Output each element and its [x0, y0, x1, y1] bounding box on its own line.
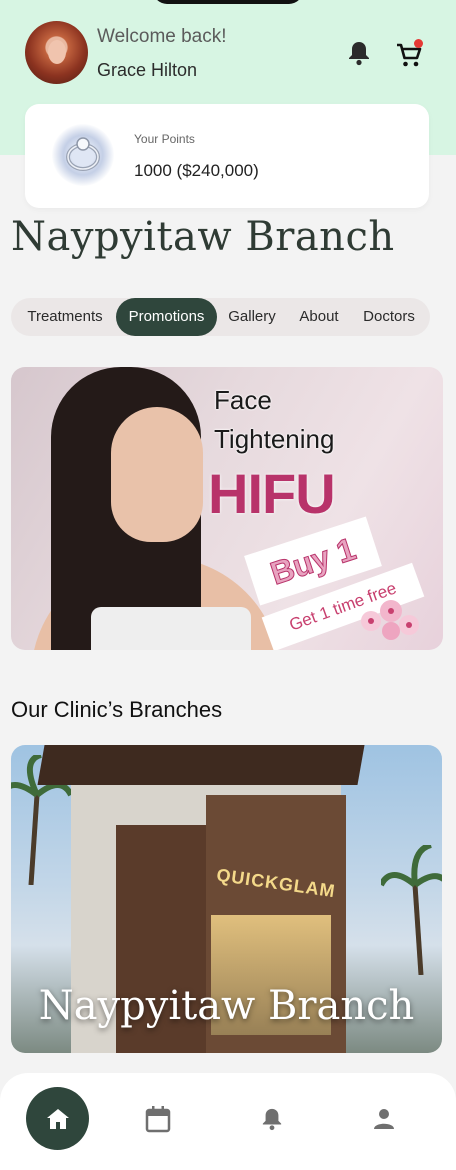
cart-notification-dot — [414, 39, 423, 48]
branch-card-name: Naypyitaw Branch — [38, 983, 415, 1029]
promo-headline: HIFU — [208, 462, 336, 525]
user-name: Grace Hilton — [97, 60, 198, 80]
tab-bar: Treatments Promotions Gallery About Doct… — [11, 298, 430, 336]
ring-image — [52, 124, 114, 186]
tab-doctors[interactable]: Doctors — [354, 298, 424, 336]
profile-icon — [374, 1109, 394, 1129]
nav-calendar-button[interactable] — [140, 1101, 176, 1137]
tab-treatments[interactable]: Treatments — [15, 298, 115, 336]
bottom-navigation — [0, 1073, 456, 1170]
device-notch — [153, 0, 303, 4]
tab-promotions[interactable]: Promotions — [116, 298, 217, 336]
page-title: Naypyitaw Branch — [11, 214, 395, 260]
branches-section-title: Our Clinic’s Branches — [11, 697, 223, 722]
branch-card[interactable]: QUICKGLAM Naypyitaw Branch — [11, 745, 442, 1053]
welcome-text: Welcome back! — [97, 26, 227, 47]
promo-line-2: Tightening — [214, 424, 335, 454]
points-value: 1000 ($240,000) — [134, 161, 259, 180]
flowers-decoration — [361, 600, 419, 640]
promo-model-face — [111, 407, 203, 542]
promo-model-top — [91, 607, 251, 650]
bell-icon — [349, 42, 369, 66]
avatar-face — [48, 40, 66, 64]
calendar-icon — [145, 1106, 171, 1133]
tab-about[interactable]: About — [289, 298, 349, 336]
cart-button[interactable] — [392, 38, 426, 72]
tab-gallery[interactable]: Gallery — [219, 298, 285, 336]
promo-banner[interactable]: Face Tightening HIFU Buy 1 Get 1 time fr… — [11, 367, 443, 650]
nav-profile-button[interactable] — [366, 1101, 402, 1137]
promo-line-1: Face — [214, 385, 272, 415]
home-icon — [46, 1108, 69, 1129]
avatar[interactable] — [25, 21, 88, 84]
palm-tree-right — [381, 845, 442, 975]
bell-icon — [262, 1108, 282, 1131]
nav-home-button[interactable] — [26, 1087, 89, 1150]
notification-button[interactable] — [344, 38, 374, 68]
points-card[interactable]: Your Points 1000 ($240,000) — [25, 104, 429, 208]
promo-subtitle: Face Tightening — [214, 381, 334, 459]
points-label: Your Points — [134, 132, 195, 146]
building-roof — [37, 745, 365, 785]
nav-notifications-button[interactable] — [254, 1101, 290, 1137]
